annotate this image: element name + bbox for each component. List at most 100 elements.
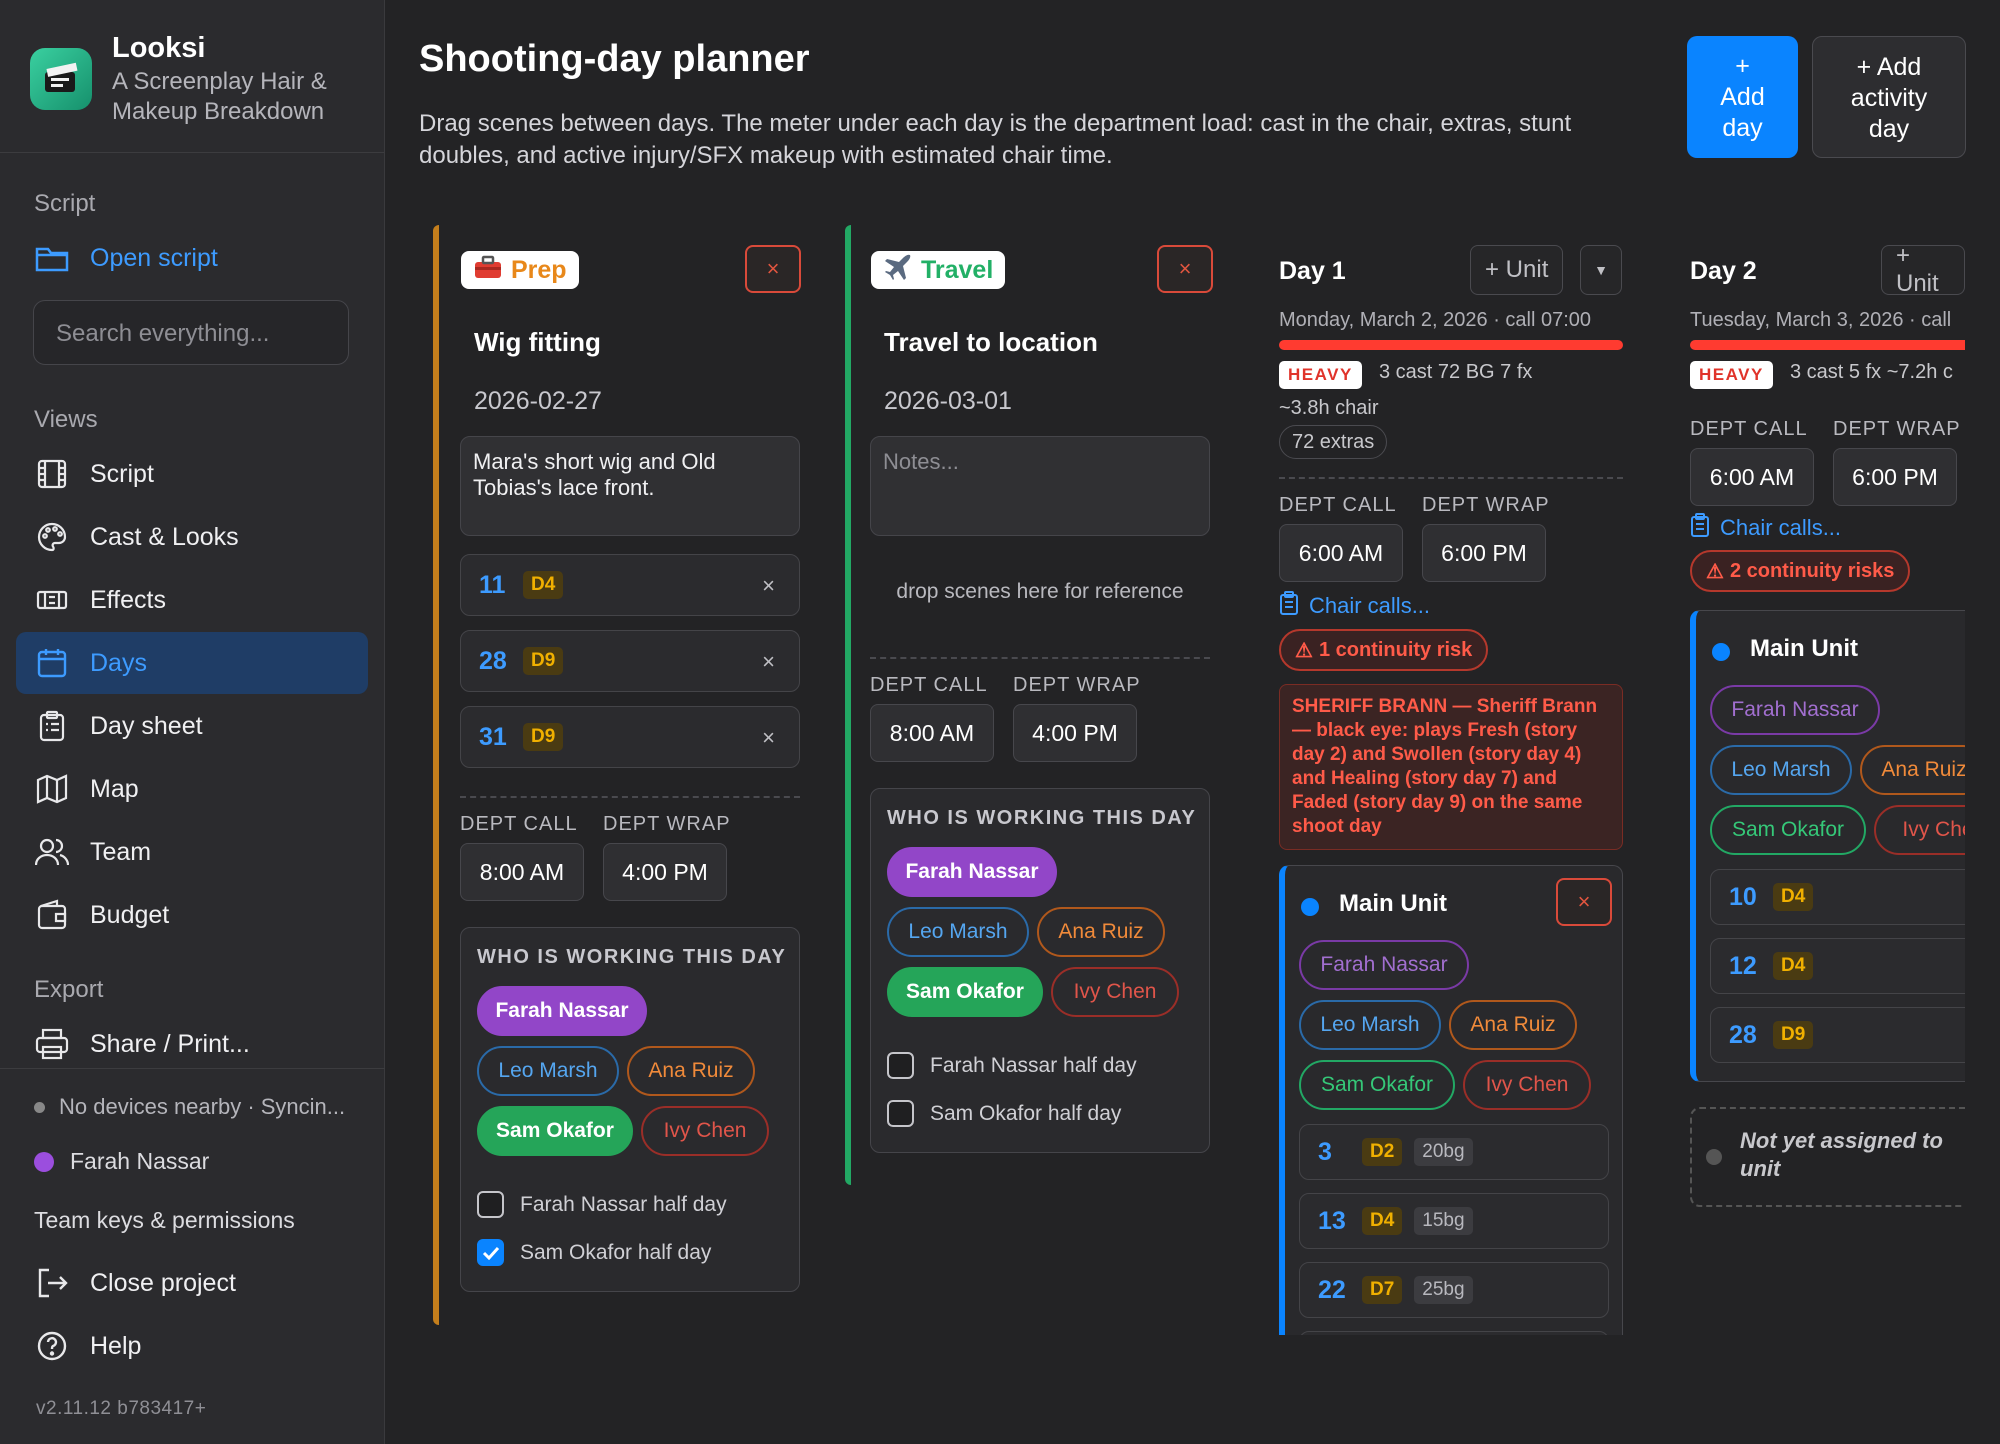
- team-pill[interactable]: Ivy Chen: [1463, 1060, 1591, 1110]
- remove-scene-icon[interactable]: ×: [762, 649, 775, 675]
- team-pill[interactable]: Sam Okafor: [1299, 1060, 1455, 1110]
- continuity-risk-detail: SHERIFF BRANN — Sheriff Brann — black ey…: [1279, 684, 1623, 850]
- team-pill[interactable]: Leo Marsh: [887, 907, 1029, 957]
- load-meter-bar: [1690, 340, 1965, 350]
- travel-title[interactable]: Travel to location: [884, 327, 1098, 358]
- team-pill[interactable]: Ivy Che: [1874, 805, 1965, 855]
- dept-wrap-input[interactable]: 4:00 PM: [603, 843, 727, 901]
- dept-call-input[interactable]: 6:00 AM: [1690, 448, 1814, 506]
- team-pill[interactable]: Leo Marsh: [1710, 745, 1852, 795]
- team-pill[interactable]: Ivy Chen: [1051, 967, 1179, 1017]
- travel-accent-bar: [845, 225, 851, 1185]
- sidebar-item-budget[interactable]: Budget: [16, 884, 368, 946]
- continuity-risk-badge[interactable]: ⚠ 2 continuity risks: [1690, 550, 1911, 592]
- prep-title[interactable]: Wig fitting: [474, 327, 601, 358]
- app-header: Looksi A Screenplay Hair & Makeup Breakdo…: [0, 0, 384, 153]
- dept-wrap-input[interactable]: 4:00 PM: [1013, 704, 1137, 762]
- unit-title[interactable]: Main Unit: [1750, 635, 1858, 663]
- team-pill[interactable]: Sam Okafor: [1710, 805, 1866, 855]
- prep-date[interactable]: 2026-02-27: [474, 387, 602, 416]
- team-pill[interactable]: Ana Ruiz: [1449, 1000, 1577, 1050]
- scene-card[interactable]: 13 D4 15bg: [1299, 1193, 1609, 1249]
- remove-travel-day-button[interactable]: ×: [1157, 245, 1213, 293]
- dept-wrap-input[interactable]: 6:00 PM: [1422, 524, 1546, 582]
- unit-title[interactable]: Main Unit: [1339, 890, 1447, 918]
- team-pill[interactable]: Sam Okafor: [887, 967, 1043, 1017]
- sidebar: Looksi A Screenplay Hair & Makeup Breakdo…: [0, 0, 385, 1444]
- team-pill[interactable]: Farah Nassar: [477, 986, 647, 1036]
- team-keys-link[interactable]: Team keys & permissions: [34, 1207, 295, 1234]
- user-color-dot-icon: [34, 1151, 54, 1172]
- sidebar-item-team[interactable]: Team: [16, 821, 368, 883]
- scene-card[interactable]: 28 D9: [1710, 1007, 1965, 1063]
- bandage-icon: [34, 582, 70, 618]
- sidebar-item-script[interactable]: Script: [16, 443, 368, 505]
- printer-icon: [34, 1026, 70, 1062]
- scene-card[interactable]: 10 D4: [1710, 869, 1965, 925]
- team-pill[interactable]: Farah Nassar: [887, 847, 1057, 897]
- chair-calls-button[interactable]: Chair calls...: [1690, 513, 1841, 543]
- dept-call-input[interactable]: 8:00 AM: [870, 704, 994, 762]
- add-day-button[interactable]: + Add day: [1687, 36, 1798, 158]
- team-pill[interactable]: Farah Nassar: [1710, 685, 1880, 735]
- remove-scene-icon[interactable]: ×: [762, 573, 775, 599]
- scene-card[interactable]: 31 D9 ×: [460, 706, 800, 768]
- continuity-risk-badge[interactable]: ⚠ 1 continuity risk: [1279, 629, 1489, 671]
- share-print-button[interactable]: Share / Print...: [16, 1013, 368, 1075]
- day2-column: Day 2 + Unit Tuesday, March 3, 2026 · ca…: [1690, 225, 1965, 1225]
- add-unit-button[interactable]: + Unit: [1470, 245, 1564, 295]
- remove-unit-button[interactable]: ×: [1556, 878, 1612, 926]
- dept-call-input[interactable]: 6:00 AM: [1279, 524, 1403, 582]
- team-pill[interactable]: Ana Ruiz: [627, 1046, 755, 1096]
- team-pill[interactable]: Ana Ruiz: [1037, 907, 1165, 957]
- drop-zone-hint[interactable]: drop scenes here for reference: [870, 580, 1210, 604]
- prep-notes-field[interactable]: Mara's short wig and Old Tobias's lace f…: [460, 436, 800, 536]
- sidebar-item-days[interactable]: Days: [16, 632, 368, 694]
- add-unit-button[interactable]: + Unit: [1881, 242, 1965, 297]
- add-activity-day-button[interactable]: + Add activity day: [1812, 36, 1966, 158]
- help-button[interactable]: Help: [16, 1315, 368, 1377]
- half-day-checkbox[interactable]: Farah Nassar half day: [477, 1191, 727, 1218]
- team-pill[interactable]: Sam Okafor: [477, 1106, 633, 1156]
- day2-title: Day 2: [1690, 257, 1757, 285]
- day2-date: Tuesday, March 3, 2026 · call: [1690, 309, 1952, 331]
- sidebar-item-effects[interactable]: Effects: [16, 569, 368, 631]
- scene-card[interactable]: [1299, 1331, 1609, 1335]
- who-working-panel: WHO IS WORKING THIS DAY Farah Nassar Leo…: [460, 927, 800, 1292]
- clipboard-icon: [34, 708, 70, 744]
- dept-call-input[interactable]: 8:00 AM: [460, 843, 584, 901]
- scene-card[interactable]: 3 D2 20bg: [1299, 1124, 1609, 1180]
- sidebar-item-map[interactable]: Map: [16, 758, 368, 820]
- travel-date[interactable]: 2026-03-01: [884, 387, 1012, 416]
- status-dot-icon: [34, 1101, 45, 1113]
- team-pill[interactable]: Farah Nassar: [1299, 940, 1469, 990]
- team-pill[interactable]: Leo Marsh: [1299, 1000, 1441, 1050]
- open-script-button[interactable]: Open script: [16, 227, 368, 289]
- scene-card[interactable]: 28 D9 ×: [460, 630, 800, 692]
- scene-card[interactable]: 12 D4: [1710, 938, 1965, 994]
- current-user[interactable]: Farah Nassar: [34, 1148, 209, 1175]
- close-project-button[interactable]: Close project: [16, 1252, 368, 1314]
- chair-calls-button[interactable]: Chair calls...: [1279, 591, 1430, 621]
- sidebar-item-day-sheet[interactable]: Day sheet: [16, 695, 368, 757]
- divider: [870, 657, 1210, 659]
- dept-wrap-input[interactable]: 6:00 PM: [1833, 448, 1957, 506]
- chevron-down-icon[interactable]: ▼: [1580, 245, 1622, 295]
- scene-card[interactable]: 22 D7 25bg: [1299, 1262, 1609, 1318]
- scene-card[interactable]: 11 D4 ×: [460, 554, 800, 616]
- unassigned-drop-zone[interactable]: Not yet assigned to unit: [1690, 1107, 1965, 1207]
- remove-scene-icon[interactable]: ×: [762, 725, 775, 751]
- team-pill[interactable]: Ivy Chen: [641, 1106, 769, 1156]
- search-input[interactable]: Search everything...: [33, 300, 349, 365]
- prep-tag: Prep: [461, 251, 579, 289]
- half-day-checkbox[interactable]: Sam Okafor half day: [887, 1100, 1121, 1127]
- extras-badge: 72 extras: [1279, 425, 1388, 459]
- remove-prep-day-button[interactable]: ×: [745, 245, 801, 293]
- half-day-checkbox[interactable]: Sam Okafor half day: [477, 1239, 711, 1266]
- team-pill[interactable]: Ana Ruiz: [1860, 745, 1965, 795]
- travel-notes-field[interactable]: Notes...: [870, 436, 1210, 536]
- half-day-checkbox[interactable]: Farah Nassar half day: [887, 1052, 1137, 1079]
- toolbox-icon: [473, 254, 503, 287]
- sidebar-item-cast-looks[interactable]: Cast & Looks: [16, 506, 368, 568]
- team-pill[interactable]: Leo Marsh: [477, 1046, 619, 1096]
